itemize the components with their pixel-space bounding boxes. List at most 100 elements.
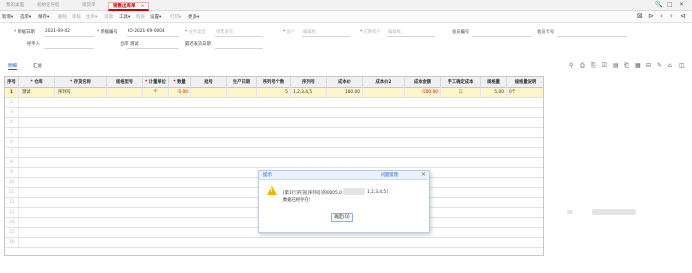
date-underline xyxy=(44,36,94,37)
table-row[interactable]: 2 xyxy=(5,98,543,108)
col-header[interactable]: 序号 xyxy=(5,77,19,88)
dialog-message-tail: 1,2,3,4,5] xyxy=(367,190,388,195)
edit-icon[interactable]: ✎ xyxy=(657,62,662,69)
cell-serial-count[interactable]: 5 xyxy=(257,88,291,98)
row-number: 15 xyxy=(5,228,19,238)
biz-type-field[interactable]: 销售退货 xyxy=(216,29,233,35)
member-card-field[interactable] xyxy=(557,36,627,37)
paste-icon[interactable]: ⎚ xyxy=(602,62,607,70)
cell-warehouse[interactable]: 测试 xyxy=(19,88,55,98)
save-button[interactable]: 保存▾ xyxy=(38,14,49,20)
col-header[interactable]: 生产日期 xyxy=(227,77,257,88)
locate-icon[interactable]: ⚲ xyxy=(569,62,573,69)
cell-quantity[interactable]: -5.00 xyxy=(169,88,191,98)
tab-sales-invoice[interactable]: 销货单 xyxy=(78,2,100,11)
customer-field[interactable]: 编辑框 xyxy=(303,29,316,35)
close-icon[interactable]: × xyxy=(421,171,426,178)
latest-ship-date-field[interactable] xyxy=(215,48,263,49)
close-window-icon[interactable]: ✕ xyxy=(679,1,684,8)
table-row[interactable]: 6 xyxy=(5,138,543,148)
tab-init-nav[interactable]: 初始化导航 xyxy=(33,2,64,11)
settle-customer-field[interactable]: 编辑框 xyxy=(388,29,401,35)
handler-label: 经手人 xyxy=(27,42,40,47)
cell-cost-price2[interactable] xyxy=(363,88,405,98)
col-header[interactable]: 规格量 xyxy=(481,77,507,88)
row-number: 11 xyxy=(5,188,19,198)
col-header[interactable]: 序列号个数 xyxy=(257,77,291,88)
cell-cost-price[interactable]: 100.00 xyxy=(327,88,363,98)
audit-button[interactable]: 审核 xyxy=(72,14,81,20)
col-header[interactable]: 批号 xyxy=(191,77,227,88)
col-header[interactable]: 成本价2 xyxy=(363,77,405,88)
tab-sales-outbound[interactable]: 销售出库单 × xyxy=(108,2,150,11)
row-number: 9 xyxy=(5,168,19,178)
collapse-icon[interactable]: ⊟ xyxy=(646,62,651,69)
table-row[interactable]: 3 xyxy=(5,108,543,118)
row-number: 14 xyxy=(5,218,19,228)
home-icon[interactable]: ⌂ xyxy=(668,62,672,69)
print-icon[interactable]: ⎙ xyxy=(580,62,585,70)
list-icon[interactable]: ▤ xyxy=(613,62,619,69)
settings-button[interactable]: 设置▾ xyxy=(150,14,161,20)
cell-unit[interactable]: 个 xyxy=(143,88,169,98)
table-row[interactable]: 1 测试 序列号 个 -5.00 5 1,2,3,4,5 100.00 -500… xyxy=(5,88,543,98)
member-no-field[interactable] xyxy=(472,36,532,37)
cell-prod-date[interactable] xyxy=(227,88,257,98)
grid-header: 序号 * 仓库 * 存货名称 规格型号 * 计量单位 * 数量 批号 生产日期 … xyxy=(5,77,543,88)
table-icon[interactable]: ▦ xyxy=(635,62,641,69)
generate-button[interactable]: 生单▾ xyxy=(86,14,97,20)
handler-field[interactable] xyxy=(44,48,94,49)
cell-spec-qty[interactable]: 5.00 xyxy=(481,88,507,98)
attachment-button[interactable]: 附表 xyxy=(136,14,145,20)
search-icon[interactable]: 🔍 xyxy=(655,1,662,8)
next-record-icon[interactable]: › xyxy=(670,12,673,20)
cell-cost-amount[interactable]: -500.00 xyxy=(405,88,441,98)
feedback-link[interactable]: 问题反馈 xyxy=(381,172,398,178)
tab-summary[interactable]: 汇总 xyxy=(33,63,42,69)
restore-window-icon[interactable]: □ xyxy=(667,1,673,8)
tab-close-icon[interactable]: × xyxy=(141,4,145,9)
col-header[interactable]: * 仓库 xyxy=(19,77,55,88)
last-record-icon[interactable]: ⊲ xyxy=(680,12,686,20)
layout-icon[interactable]: ◫ xyxy=(679,62,685,69)
table-row[interactable]: 5 xyxy=(5,128,543,138)
cell-serial-no[interactable]: 1,2,3,4,5 xyxy=(291,88,327,98)
table-row[interactable]: 8 xyxy=(5,158,543,168)
date-field[interactable]: 2021-09-02 xyxy=(45,29,70,34)
col-header[interactable]: 规格量说明 xyxy=(507,77,543,88)
delete-button[interactable]: 删除 xyxy=(58,14,67,20)
prev-record-icon[interactable]: ‹ xyxy=(660,12,663,20)
grid-toggle-icon[interactable]: ⊠ xyxy=(637,12,643,20)
copy-icon[interactable]: ⎘ xyxy=(591,62,596,70)
cell-batch[interactable] xyxy=(191,88,227,98)
warehouse-field[interactable]: 测试 xyxy=(130,41,139,47)
row-number: 13 xyxy=(5,208,19,218)
col-header[interactable]: 序列号 xyxy=(291,77,327,88)
export-icon[interactable]: ⎗ xyxy=(624,62,629,70)
cell-item-name[interactable]: 序列号 xyxy=(55,88,107,98)
col-header[interactable]: * 存货名称 xyxy=(55,77,107,88)
manual-cost-checkbox[interactable]: ☐ xyxy=(441,88,481,98)
col-header[interactable]: 规格型号 xyxy=(107,77,143,88)
select-button[interactable]: 选单▾ xyxy=(20,14,31,20)
col-header[interactable]: * 数量 xyxy=(169,77,191,88)
tools-button[interactable]: 工具▾ xyxy=(119,14,130,20)
first-record-icon[interactable]: ⊳ xyxy=(648,12,654,20)
col-header[interactable]: 成本价 xyxy=(327,77,363,88)
table-row[interactable]: 16 xyxy=(5,238,543,248)
doc-number-field[interactable]: IO-2021-09-0004 xyxy=(128,29,165,34)
table-row[interactable]: 4 xyxy=(5,118,543,128)
col-header[interactable]: 手工确定成本 xyxy=(441,77,481,88)
cell-spec[interactable] xyxy=(107,88,143,98)
col-header[interactable]: * 计量单位 xyxy=(143,77,169,88)
tab-detail[interactable]: 明细 xyxy=(8,63,17,70)
new-button[interactable]: 新增▾ xyxy=(2,14,13,20)
print-button[interactable]: 打印▾ xyxy=(170,14,181,20)
table-row[interactable]: 7 xyxy=(5,148,543,158)
col-header[interactable]: 成本金额 xyxy=(405,77,441,88)
resources-button[interactable]: 资源 xyxy=(104,14,113,20)
cell-spec-qty-desc[interactable]: 0个 xyxy=(507,88,543,98)
more-button[interactable]: 更多▾ xyxy=(188,14,199,20)
ok-button[interactable]: 确定(O) xyxy=(331,213,353,222)
tab-my-desktop[interactable]: 我的桌面 xyxy=(2,2,28,11)
